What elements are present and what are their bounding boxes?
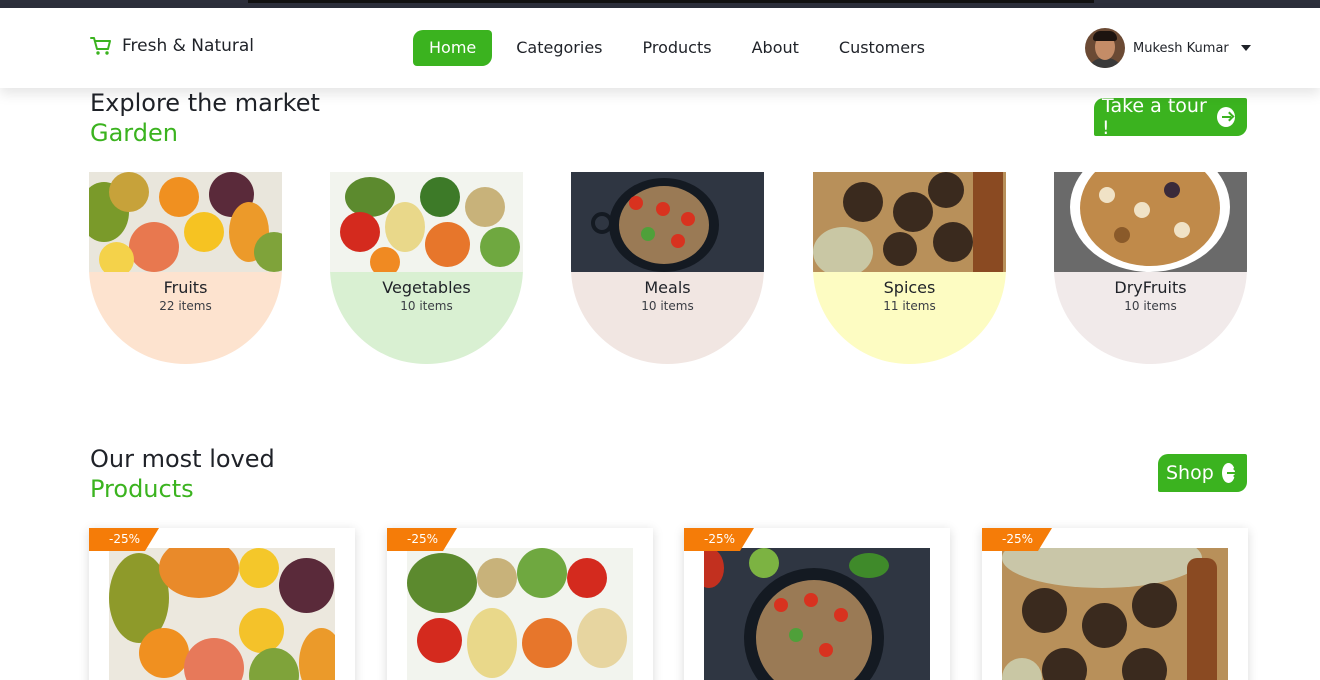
category-count: 22 items bbox=[159, 299, 212, 313]
explore-title: Explore the market bbox=[90, 89, 320, 117]
category-count: 10 items bbox=[1124, 299, 1177, 313]
nav-categories[interactable]: Categories bbox=[500, 30, 618, 66]
chevron-down-icon[interactable] bbox=[1240, 45, 1251, 51]
product-card[interactable]: -25% bbox=[89, 528, 355, 680]
take-tour-label: Take a tour ! bbox=[1102, 95, 1207, 139]
spices-image bbox=[813, 172, 1006, 272]
shop-label: Shop bbox=[1166, 462, 1214, 484]
user-menu[interactable]: Mukesh Kumar bbox=[1085, 28, 1251, 68]
shop-button[interactable]: Shop bbox=[1158, 454, 1247, 492]
category-vegetables[interactable]: Vegetables 10 items bbox=[330, 172, 523, 364]
category-count: 11 items bbox=[883, 299, 936, 313]
product-image bbox=[704, 548, 930, 680]
category-meals[interactable]: Meals 10 items bbox=[571, 172, 764, 364]
nav-about[interactable]: About bbox=[736, 30, 815, 66]
nav-customers[interactable]: Customers bbox=[823, 30, 941, 66]
brand-name: Fresh & Natural bbox=[122, 36, 255, 56]
category-name: Meals bbox=[644, 278, 691, 297]
category-name: Fruits bbox=[163, 278, 208, 297]
cart-icon bbox=[90, 37, 111, 55]
category-fruits[interactable]: Fruits 22 items bbox=[89, 172, 282, 364]
category-dryfruits[interactable]: DryFruits 10 items bbox=[1054, 172, 1247, 364]
arrow-circle-icon bbox=[1216, 107, 1235, 127]
user-name: Mukesh Kumar bbox=[1133, 40, 1229, 56]
main-nav: Home Categories Products About Customers bbox=[413, 30, 949, 66]
take-tour-button[interactable]: Take a tour ! bbox=[1094, 95, 1247, 139]
browser-tab-strip bbox=[248, 0, 1094, 3]
meals-image bbox=[571, 172, 764, 272]
explore-subtitle: Garden bbox=[90, 119, 178, 147]
category-spices[interactable]: Spices 11 items bbox=[813, 172, 1006, 364]
product-card[interactable]: -25% bbox=[982, 528, 1248, 680]
nav-home[interactable]: Home bbox=[413, 30, 493, 66]
nav-products[interactable]: Products bbox=[627, 30, 728, 66]
products-subtitle: Products bbox=[90, 475, 194, 503]
category-name: Vegetables bbox=[382, 278, 471, 297]
category-name: DryFruits bbox=[1114, 278, 1187, 297]
site-header: Fresh & Natural Home Categories Products… bbox=[0, 8, 1320, 88]
brand[interactable]: Fresh & Natural bbox=[90, 36, 254, 56]
dryfruits-image bbox=[1054, 172, 1247, 272]
arrow-circle-icon bbox=[1221, 463, 1237, 483]
avatar[interactable] bbox=[1085, 28, 1125, 68]
product-image bbox=[109, 548, 335, 680]
product-image bbox=[407, 548, 633, 680]
fruits-image bbox=[89, 172, 282, 272]
category-count: 10 items bbox=[400, 299, 453, 313]
products-title: Our most loved bbox=[90, 445, 275, 473]
category-count: 10 items bbox=[641, 299, 694, 313]
browser-top-strip bbox=[0, 0, 1320, 8]
product-image bbox=[1002, 548, 1228, 680]
vegetables-image bbox=[330, 172, 523, 272]
product-card[interactable]: -25% bbox=[387, 528, 653, 680]
category-name: Spices bbox=[883, 278, 936, 297]
product-card[interactable]: -25% bbox=[684, 528, 950, 680]
